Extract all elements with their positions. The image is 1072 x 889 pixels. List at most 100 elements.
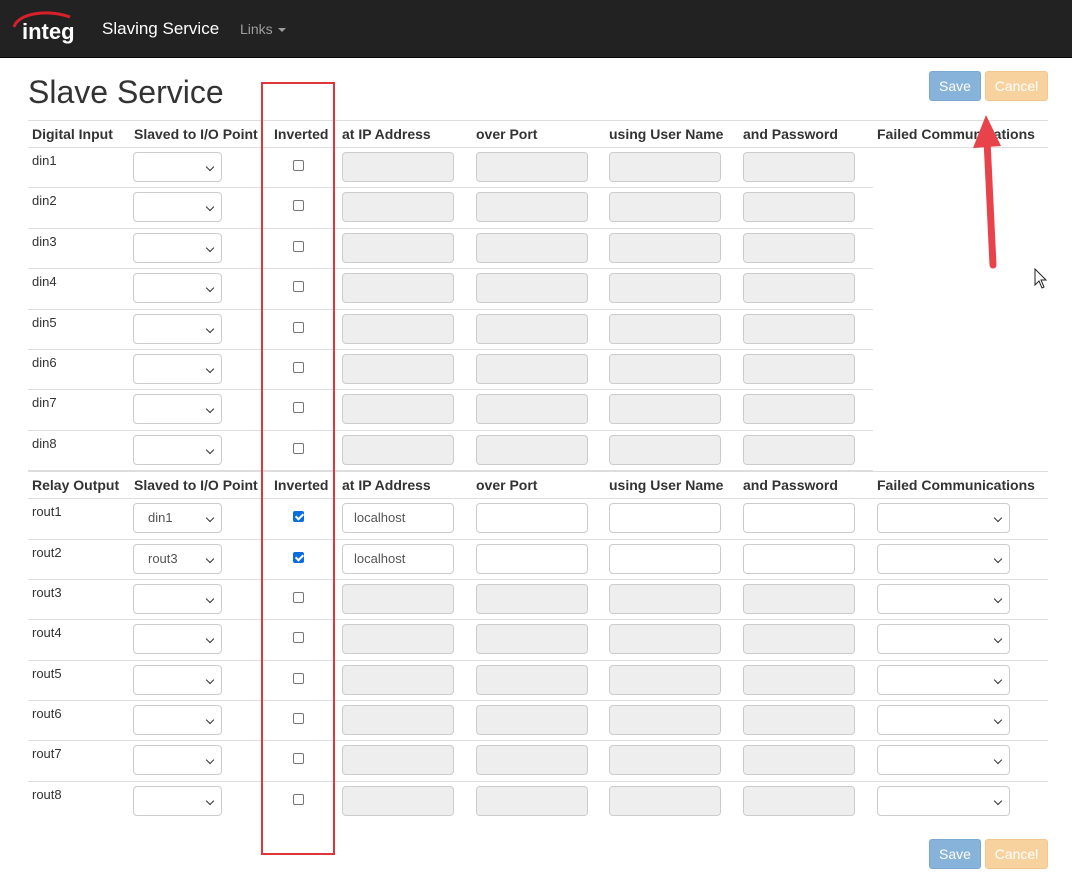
username-input[interactable] bbox=[609, 232, 721, 263]
username-input[interactable] bbox=[609, 785, 721, 816]
port-input[interactable] bbox=[476, 543, 588, 574]
cancel-button-top[interactable]: Cancel bbox=[985, 71, 1048, 101]
slaved-to-select[interactable] bbox=[133, 353, 222, 384]
port-input[interactable] bbox=[476, 785, 588, 816]
ip-address-input[interactable] bbox=[342, 705, 454, 736]
ip-address-input[interactable] bbox=[342, 313, 454, 344]
slaved-to-select[interactable] bbox=[133, 705, 222, 736]
slaved-to-select[interactable] bbox=[133, 745, 222, 776]
password-input[interactable] bbox=[743, 192, 855, 223]
slaved-to-select[interactable]: din1 bbox=[133, 503, 222, 534]
username-input[interactable] bbox=[609, 705, 721, 736]
links-dropdown[interactable]: Links bbox=[240, 21, 286, 37]
inverted-checkbox[interactable] bbox=[293, 793, 304, 805]
port-input[interactable] bbox=[476, 745, 588, 776]
username-input[interactable] bbox=[609, 313, 721, 344]
username-input[interactable] bbox=[609, 503, 721, 534]
slaved-to-select[interactable] bbox=[133, 624, 222, 655]
username-input[interactable] bbox=[609, 273, 721, 304]
password-input[interactable] bbox=[743, 434, 855, 465]
slaved-to-select[interactable] bbox=[133, 785, 222, 816]
ip-address-input[interactable] bbox=[342, 232, 454, 263]
inverted-checkbox[interactable] bbox=[293, 281, 304, 293]
slaved-to-select[interactable] bbox=[133, 313, 222, 344]
password-input[interactable] bbox=[743, 394, 855, 425]
slaved-to-select[interactable] bbox=[133, 394, 222, 425]
ip-address-input[interactable] bbox=[342, 152, 454, 182]
failed-communications-select[interactable] bbox=[877, 583, 1010, 614]
username-input[interactable] bbox=[609, 192, 721, 223]
port-input[interactable] bbox=[476, 705, 588, 736]
ip-address-input[interactable] bbox=[342, 273, 454, 304]
ip-address-input[interactable] bbox=[342, 785, 454, 816]
save-button-top[interactable]: Save bbox=[929, 71, 981, 101]
port-input[interactable] bbox=[476, 353, 588, 384]
ip-address-input[interactable] bbox=[342, 192, 454, 223]
failed-communications-select[interactable] bbox=[877, 543, 1010, 574]
cancel-button-bottom[interactable]: Cancel bbox=[985, 839, 1048, 869]
password-input[interactable] bbox=[743, 353, 855, 384]
password-input[interactable] bbox=[743, 543, 855, 574]
inverted-checkbox[interactable] bbox=[293, 551, 304, 563]
failed-communications-select[interactable] bbox=[877, 664, 1010, 695]
port-input[interactable] bbox=[476, 152, 588, 182]
password-input[interactable] bbox=[743, 273, 855, 304]
port-input[interactable] bbox=[476, 624, 588, 655]
slaved-to-select[interactable]: rout3 bbox=[133, 543, 222, 574]
inverted-checkbox[interactable] bbox=[293, 160, 304, 171]
brand-title[interactable]: Slaving Service bbox=[102, 19, 219, 39]
inverted-checkbox[interactable] bbox=[293, 511, 304, 523]
port-input[interactable] bbox=[476, 664, 588, 695]
password-input[interactable] bbox=[743, 785, 855, 816]
inverted-checkbox[interactable] bbox=[293, 632, 304, 644]
ip-address-input[interactable]: localhost bbox=[342, 503, 454, 534]
failed-communications-select[interactable] bbox=[877, 705, 1010, 736]
port-input[interactable] bbox=[476, 232, 588, 263]
username-input[interactable] bbox=[609, 664, 721, 695]
password-input[interactable] bbox=[743, 745, 855, 776]
password-input[interactable] bbox=[743, 232, 855, 263]
slaved-to-select[interactable] bbox=[133, 232, 222, 263]
ip-address-input[interactable] bbox=[342, 434, 454, 465]
password-input[interactable] bbox=[743, 583, 855, 614]
password-input[interactable] bbox=[743, 705, 855, 736]
username-input[interactable] bbox=[609, 624, 721, 655]
username-input[interactable] bbox=[609, 394, 721, 425]
ip-address-input[interactable] bbox=[342, 394, 454, 425]
failed-communications-select[interactable] bbox=[877, 785, 1010, 816]
slaved-to-select[interactable] bbox=[133, 192, 222, 223]
username-input[interactable] bbox=[609, 583, 721, 614]
password-input[interactable] bbox=[743, 152, 855, 182]
failed-communications-select[interactable] bbox=[877, 745, 1010, 776]
slaved-to-select[interactable] bbox=[133, 664, 222, 695]
slaved-to-select[interactable] bbox=[133, 434, 222, 465]
port-input[interactable] bbox=[476, 434, 588, 465]
ip-address-input[interactable] bbox=[342, 745, 454, 776]
inverted-checkbox[interactable] bbox=[293, 200, 304, 212]
port-input[interactable] bbox=[476, 273, 588, 304]
failed-communications-select[interactable] bbox=[877, 503, 1010, 534]
inverted-checkbox[interactable] bbox=[293, 321, 304, 333]
password-input[interactable] bbox=[743, 664, 855, 695]
failed-communications-select[interactable] bbox=[877, 624, 1010, 655]
username-input[interactable] bbox=[609, 353, 721, 384]
username-input[interactable] bbox=[609, 434, 721, 465]
inverted-checkbox[interactable] bbox=[293, 442, 304, 454]
port-input[interactable] bbox=[476, 192, 588, 223]
inverted-checkbox[interactable] bbox=[293, 713, 304, 725]
ip-address-input[interactable] bbox=[342, 583, 454, 614]
inverted-checkbox[interactable] bbox=[293, 672, 304, 684]
ip-address-input[interactable] bbox=[342, 664, 454, 695]
port-input[interactable] bbox=[476, 503, 588, 534]
username-input[interactable] bbox=[609, 745, 721, 776]
inverted-checkbox[interactable] bbox=[293, 240, 304, 252]
ip-address-input[interactable] bbox=[342, 624, 454, 655]
port-input[interactable] bbox=[476, 313, 588, 344]
integ-logo[interactable]: integ bbox=[8, 7, 84, 47]
slaved-to-select[interactable] bbox=[133, 273, 222, 304]
inverted-checkbox[interactable] bbox=[293, 402, 304, 414]
ip-address-input[interactable]: localhost bbox=[342, 543, 454, 574]
port-input[interactable] bbox=[476, 394, 588, 425]
ip-address-input[interactable] bbox=[342, 353, 454, 384]
inverted-checkbox[interactable] bbox=[293, 361, 304, 373]
